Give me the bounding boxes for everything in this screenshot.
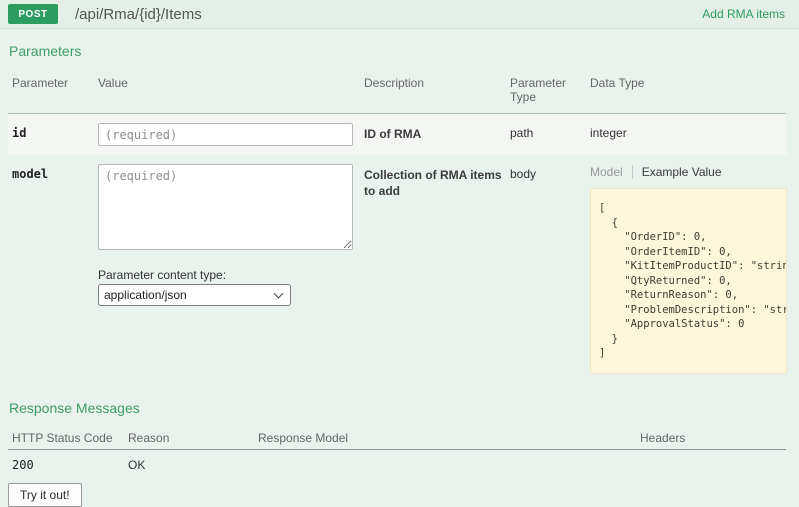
parameters-title: Parameters [9,43,82,59]
col-response-model: Response Model [258,430,349,445]
param-row-model: model Parameter content type: applicatio… [8,155,787,383]
col-headers: Headers [640,430,686,445]
model-value-textarea[interactable] [98,164,353,250]
param-type: path [510,126,534,140]
col-value: Value [98,76,128,90]
response-reason: OK [128,457,146,472]
response-model [258,450,640,476]
param-row-id: id ID of RMA path integer [8,114,786,155]
param-name: id [12,126,27,140]
id-value-input[interactable] [98,123,353,146]
param-description: Collection of RMA items to add [364,168,502,198]
endpoint-header: POST /api/Rma/{id}/Items Add RMA items [0,0,799,29]
col-parameter-type: Parameter Type [510,76,567,104]
param-data-type: integer [590,126,627,140]
response-messages-title: Response Messages [9,399,140,416]
param-name: model [12,167,49,181]
operation-content: Parameters Parameter Value Description P… [0,43,799,507]
http-method-badge: POST [8,4,58,24]
col-http-status-code: HTTP Status Code [12,430,113,445]
response-row-200: 200 OK [8,450,786,476]
tab-example-value[interactable]: Example Value [633,165,722,179]
example-value-snippet[interactable]: [ { "OrderID": 0, "OrderItemID": 0, "Kit… [590,188,787,374]
col-data-type: Data Type [590,76,645,90]
col-description: Description [364,76,425,90]
parameters-header-row: Parameter Value Description Parameter Ty… [8,67,786,114]
add-rma-items-link[interactable]: Add RMA items [702,7,785,21]
content-type-label: Parameter content type: [98,268,227,282]
tab-model[interactable]: Model [590,165,633,179]
response-headers [640,450,786,476]
param-type: body [510,167,537,181]
col-reason: Reason [128,430,170,445]
content-type-select[interactable]: application/json [98,284,291,306]
col-parameter: Parameter [12,76,69,90]
model-tabs: Model Example Value [590,165,787,179]
endpoint-path[interactable]: /api/Rma/{id}/Items [75,6,202,23]
try-it-out-button[interactable]: Try it out! [8,482,82,507]
param-description: ID of RMA [364,127,422,141]
response-code: 200 [12,457,34,472]
responses-header-row: HTTP Status Code Reason Response Model H… [8,423,786,450]
